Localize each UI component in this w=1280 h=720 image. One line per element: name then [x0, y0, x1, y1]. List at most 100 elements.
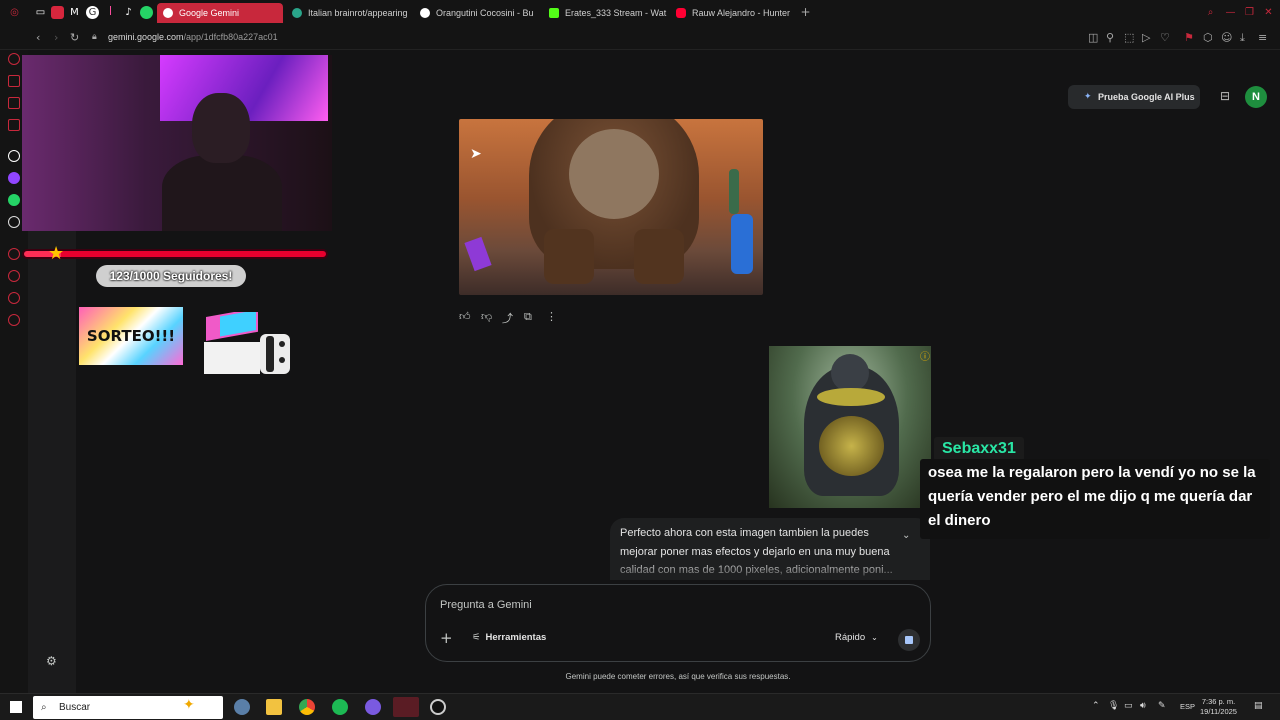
tools-button[interactable]: ⚟ Herramientas [472, 632, 546, 643]
extension-icon[interactable]: ⚑ [1184, 31, 1194, 44]
workspace-icon[interactable]: ▭ [34, 6, 47, 19]
snapshot-icon[interactable]: ⬚ [1124, 31, 1134, 44]
follower-progress-bar [22, 249, 328, 259]
thumbs-down-icon[interactable]: 👎︎ [481, 310, 492, 323]
menu-icon[interactable]: ≡ [1258, 31, 1267, 44]
tab-google-gemini[interactable]: Google Gemini [157, 3, 283, 23]
sidebar-app-icon[interactable] [8, 150, 20, 162]
sidebar-settings-icon[interactable] [8, 314, 20, 326]
sidebar-ai-icon[interactable] [8, 75, 20, 87]
profile-icon[interactable]: ☺ [1221, 31, 1232, 44]
maximize-icon[interactable]: ❐ [1243, 6, 1256, 19]
info-icon[interactable]: ⓘ [920, 348, 930, 363]
stop-button[interactable] [898, 629, 920, 651]
sidebar-twitch-icon[interactable] [8, 172, 20, 184]
add-attachment-button[interactable]: + [440, 629, 453, 647]
windows-start-icon[interactable] [10, 701, 22, 713]
site-favicon-icon [292, 8, 302, 18]
chevron-down-icon[interactable]: ⌄ [902, 530, 910, 541]
nintendo-switch-image [204, 312, 290, 374]
image-cactus [729, 169, 739, 214]
youtube-icon[interactable] [51, 6, 64, 19]
image-gorilla-leg [634, 229, 684, 284]
image-gorilla-collar [817, 388, 885, 406]
uploaded-gorilla-durian-image[interactable] [769, 346, 931, 508]
back-icon[interactable]: ‹ [36, 31, 40, 44]
sidebar-tabs-icon[interactable] [8, 97, 20, 109]
language-indicator[interactable]: ESP [1180, 702, 1195, 711]
download-icon[interactable]: ⤓ [1240, 31, 1245, 45]
split-view-icon[interactable]: ◫ [1088, 31, 1098, 44]
account-avatar[interactable]: N [1245, 86, 1267, 108]
generated-gorilla-image[interactable] [459, 119, 763, 295]
mouse-cursor-icon: ➤ [470, 146, 482, 162]
sidebar-clock-icon[interactable] [8, 270, 20, 282]
gemini-response-text: Perfecto ahora con esta imagen tambien l… [610, 518, 930, 580]
gmail-icon[interactable]: M [68, 6, 81, 19]
close-icon[interactable]: ✕ [1262, 6, 1275, 19]
tab-italian-brainrot[interactable]: Italian brainrot/appearing [286, 3, 412, 23]
prompt-input[interactable] [440, 599, 900, 611]
url-field[interactable]: gemini.google.com/app/1dfcfb80a227ac01 [108, 32, 278, 42]
twitch-icon[interactable]: ꟾ [104, 6, 117, 19]
play-icon[interactable]: ▷ [1142, 31, 1150, 44]
sidebar-history-icon[interactable] [8, 248, 20, 260]
microphone-icon[interactable]: 🎙︎ [1108, 701, 1119, 711]
url-host: gemini.google.com [108, 32, 184, 42]
sidebar-mail-icon[interactable] [8, 119, 20, 131]
sidebar-x-icon[interactable] [8, 216, 20, 228]
clock[interactable]: 7:36 p. m. 19/11/2025 [1200, 697, 1237, 717]
tab-rauw-alejandro[interactable]: Rauw Alejandro - Hunter [670, 3, 790, 23]
tab-orangutini[interactable]: Orangutini Cocosini - Bu [414, 3, 542, 23]
volume-icon[interactable]: 🔊︎ [1140, 701, 1146, 711]
new-tab-icon[interactable]: + [799, 6, 812, 19]
sidebar-whatsapp-icon[interactable] [8, 194, 20, 206]
kick-favicon-icon [549, 8, 559, 18]
tools-icon: ⚟ [472, 632, 481, 643]
notifications-icon[interactable]: ▤ [1254, 701, 1263, 711]
address-bar: ‹ › ↻ 🔒︎ gemini.google.com/app/1dfcfb80a… [0, 26, 1280, 50]
taskbar-app-icon[interactable] [234, 699, 250, 715]
forward-icon[interactable]: › [54, 31, 58, 44]
pen-icon[interactable]: ✎ [1158, 701, 1166, 711]
spotify-icon[interactable] [332, 699, 348, 715]
share-icon[interactable]: ⤴ [502, 310, 513, 326]
sidebar-messenger-icon[interactable] [8, 53, 20, 65]
opera-logo-icon[interactable]: ◎ [8, 6, 21, 19]
discord-icon[interactable] [365, 699, 381, 715]
reload-icon[interactable]: ↻ [70, 31, 79, 44]
more-options-icon[interactable]: ⋮ [546, 310, 557, 323]
search-icon[interactable]: ⌕ [1204, 6, 1217, 19]
google-favicon-icon [420, 8, 430, 18]
file-explorer-icon[interactable] [266, 699, 282, 715]
follower-goal-label: 123/1000 Seguidores! [96, 265, 246, 287]
chevron-down-icon: ⌄ [871, 633, 878, 642]
tray-chevron-icon[interactable]: ⌃ [1092, 701, 1100, 711]
minimize-icon[interactable]: — [1224, 6, 1237, 19]
google-icon[interactable]: G [86, 6, 99, 19]
upgrade-button[interactable]: ✦ Prueba Google AI Plus [1068, 85, 1200, 109]
mode-selector[interactable]: Rápido ⌄ [835, 632, 878, 643]
image-crystal [731, 214, 753, 274]
image-gorilla-head [831, 354, 869, 392]
opera-gx-taskbar-icon[interactable] [393, 697, 419, 717]
tab-erates-stream[interactable]: Erates_333 Stream - Wat [543, 3, 669, 23]
whatsapp-icon[interactable] [140, 6, 153, 19]
heart-icon[interactable]: ♡ [1160, 31, 1170, 44]
thumbs-up-icon[interactable]: 👍︎ [459, 310, 471, 323]
settings-gear-icon[interactable]: ⚙ [46, 654, 57, 668]
pin-icon[interactable]: ⚲ [1106, 31, 1114, 44]
youtube-favicon-icon [676, 8, 686, 18]
network-icon[interactable]: ▭ [1124, 701, 1133, 711]
copy-icon[interactable]: ⧉ [524, 310, 532, 324]
chrome-icon[interactable] [299, 699, 315, 715]
obs-icon[interactable] [430, 699, 446, 715]
tiktok-icon[interactable]: ♪ [122, 6, 135, 19]
search-icon: ⌕ [41, 702, 47, 713]
sidebar-cube-icon[interactable] [8, 292, 20, 304]
puzzle-icon[interactable]: ⬡ [1203, 31, 1213, 44]
response-fade [610, 560, 930, 580]
taskbar-search[interactable]: ⌕ Buscar ✦ [33, 696, 223, 719]
temporary-chat-icon[interactable]: ⊟ [1220, 89, 1230, 103]
sidebar-gx-icon[interactable] [8, 655, 20, 667]
